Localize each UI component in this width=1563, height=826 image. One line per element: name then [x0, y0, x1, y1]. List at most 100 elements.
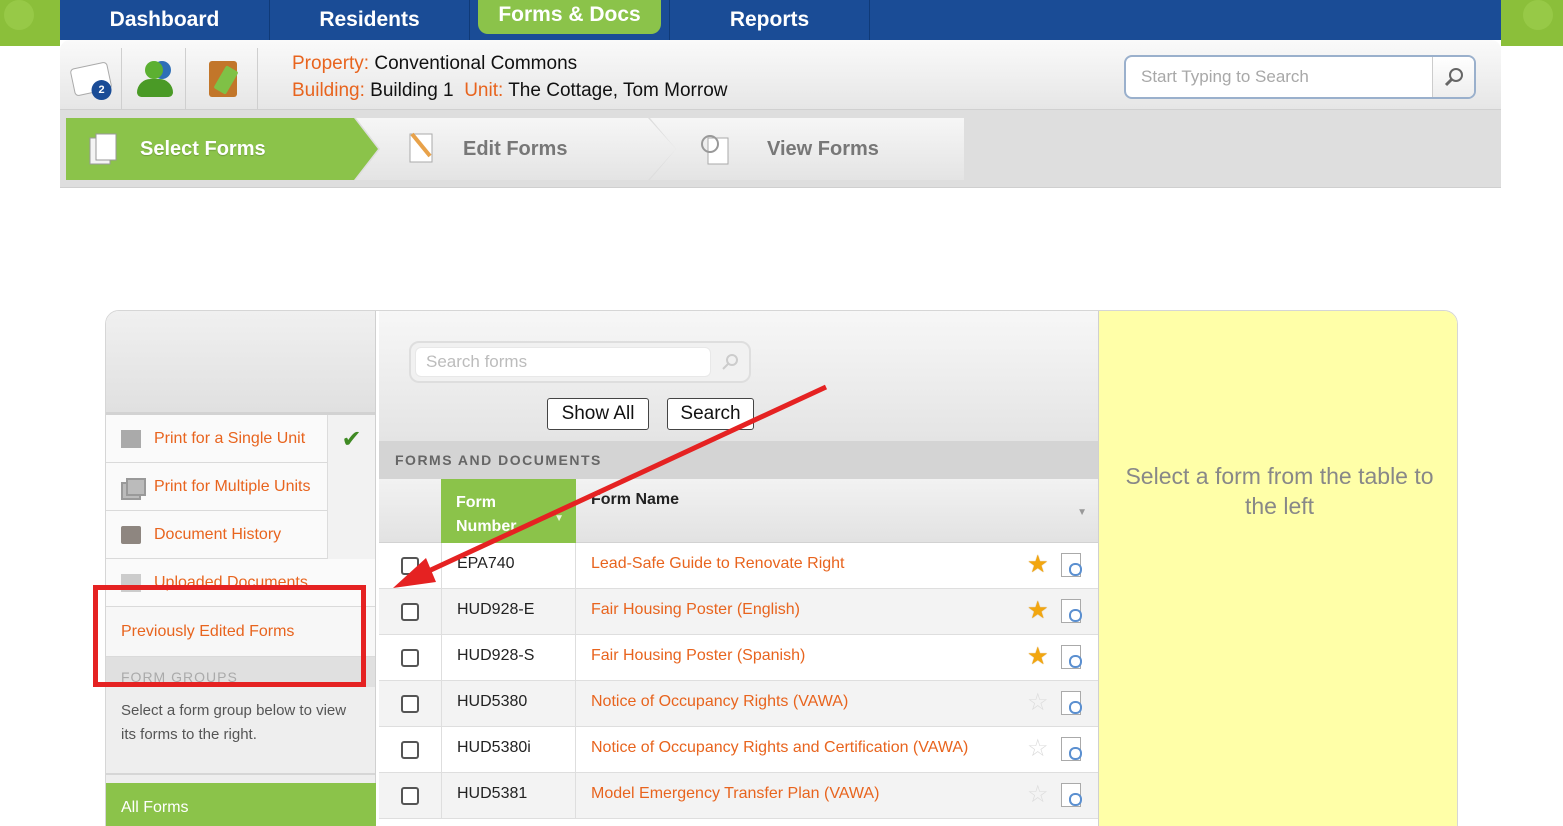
- step-view-forms-label: View Forms: [767, 137, 879, 160]
- form-name-link[interactable]: Notice of Occupancy Rights and Certifica…: [591, 727, 968, 769]
- sidebar-item-label: Uploaded Documents: [154, 573, 308, 591]
- favorite-star-icon[interactable]: ☆: [1027, 737, 1049, 761]
- nav-reports[interactable]: Reports: [670, 0, 870, 40]
- preview-document-icon[interactable]: [1061, 691, 1082, 715]
- nav-dashboard[interactable]: Dashboard: [60, 0, 270, 40]
- pencil-icon: [409, 132, 433, 163]
- global-search-button[interactable]: [1432, 57, 1474, 97]
- search-icon: [1444, 68, 1463, 87]
- preview-document-icon[interactable]: [1061, 783, 1082, 807]
- search-button[interactable]: Search: [667, 398, 754, 430]
- preview-placeholder: Select a form from the table to the left: [1125, 463, 1434, 519]
- column-form-number[interactable]: Form Number ▼: [441, 479, 576, 543]
- folder-icon: [121, 526, 141, 544]
- building-label: Building:: [292, 80, 365, 101]
- sidebar-item-uploaded-documents[interactable]: Uploaded Documents: [106, 559, 375, 607]
- search-icon: [722, 354, 738, 370]
- right-decor: [1501, 0, 1563, 46]
- form-name-link[interactable]: Fair Housing Poster (English): [591, 589, 800, 631]
- form-name-link[interactable]: Fair Housing Poster (Spanish): [591, 635, 805, 677]
- preview-document-icon[interactable]: [1061, 645, 1082, 669]
- form-number: HUD5380i: [441, 727, 576, 773]
- people-icon: [135, 59, 175, 99]
- sidebar-item-label: Print for Multiple Units: [154, 477, 311, 495]
- table-row: EPA740 Lead-Safe Guide to Renovate Right…: [379, 543, 1099, 589]
- check-slot: [327, 511, 375, 559]
- form-group-all-forms[interactable]: All Forms: [106, 783, 376, 826]
- forms-section-header: FORMS AND DOCUMENTS: [379, 441, 1099, 479]
- row-checkbox[interactable]: [401, 695, 419, 713]
- messages-button[interactable]: 2: [60, 48, 122, 110]
- form-number: HUD928-S: [441, 635, 576, 681]
- form-number: HUD5380: [441, 681, 576, 727]
- preview-pane: Select a form from the table to the left: [1098, 311, 1457, 826]
- preview-document-icon[interactable]: [1061, 737, 1082, 761]
- favorite-star-icon[interactable]: ★: [1027, 599, 1049, 623]
- step-select-forms[interactable]: Select Forms: [66, 118, 378, 180]
- envelope-icon: 2: [69, 61, 112, 101]
- forms-panel: Print for a Single Unit ✔ Print for Mult…: [105, 310, 1458, 826]
- checkmark-icon: ✔: [327, 415, 375, 463]
- step-view-forms[interactable]: View Forms: [650, 118, 964, 180]
- property-value: Conventional Commons: [374, 53, 578, 74]
- show-all-button[interactable]: Show All: [547, 398, 649, 430]
- favorite-star-icon[interactable]: ☆: [1027, 691, 1049, 715]
- form-name-link[interactable]: Model Emergency Transfer Plan (VAWA): [591, 773, 879, 815]
- step-edit-forms-label: Edit Forms: [463, 137, 568, 160]
- form-number: EPA740: [441, 543, 576, 589]
- info-bar: 2 Property: Conventional Commons Buildin…: [60, 40, 1501, 110]
- form-number: HUD928-E: [441, 589, 576, 635]
- row-checkbox[interactable]: [401, 649, 419, 667]
- table-body: EPA740 Lead-Safe Guide to Renovate Right…: [379, 543, 1099, 819]
- table-row: HUD5380 Notice of Occupancy Rights (VAWA…: [379, 681, 1099, 727]
- preview-document-icon[interactable]: [1061, 599, 1082, 623]
- row-checkbox[interactable]: [401, 787, 419, 805]
- column-form-name[interactable]: Form Name: [591, 491, 679, 509]
- property-label: Property:: [292, 53, 370, 74]
- left-decor: [0, 0, 60, 46]
- people-button[interactable]: [124, 48, 186, 110]
- building-value: Building 1: [370, 80, 454, 101]
- sort-icon: ▼: [1077, 507, 1087, 518]
- notebook-icon: [208, 61, 237, 97]
- nav-residents[interactable]: Residents: [270, 0, 470, 40]
- form-name-link[interactable]: Notice of Occupancy Rights (VAWA): [591, 681, 848, 723]
- table-row: HUD5381 Model Emergency Transfer Plan (V…: [379, 773, 1099, 819]
- table-row: HUD5380i Notice of Occupancy Rights and …: [379, 727, 1099, 773]
- row-checkbox[interactable]: [401, 603, 419, 621]
- global-search-input[interactable]: [1126, 57, 1426, 97]
- property-info: Property: Conventional Commons Building:…: [292, 50, 728, 104]
- nav-forms-docs[interactable]: Forms & Docs: [470, 0, 670, 40]
- sidebar-item-single-unit[interactable]: Print for a Single Unit ✔: [106, 415, 375, 463]
- stacked-pages-icon: [121, 478, 146, 500]
- preview-document-icon[interactable]: [1061, 553, 1082, 577]
- column-form-number-label: Form Number: [456, 494, 517, 535]
- forms-search-input[interactable]: [415, 347, 711, 377]
- table-header: Form Number ▼ Form Name ▼: [379, 479, 1099, 543]
- previously-edited-forms-link[interactable]: Previously Edited Forms: [106, 607, 375, 657]
- form-groups-header: FORM GROUPS: [106, 657, 375, 687]
- form-number: HUD5381: [441, 773, 576, 819]
- document-icon: [89, 133, 117, 165]
- sidebar-item-label: Print for a Single Unit: [154, 429, 306, 447]
- form-groups-description: Select a form group below to view its fo…: [106, 687, 375, 775]
- sidebar-item-multiple-units[interactable]: Print for Multiple Units: [106, 463, 375, 511]
- row-checkbox[interactable]: [401, 557, 419, 575]
- table-row: HUD928-E Fair Housing Poster (English) ★: [379, 589, 1099, 635]
- step-edit-forms[interactable]: Edit Forms: [356, 118, 676, 180]
- nav-forms-docs-label: Forms & Docs: [478, 0, 661, 34]
- forms-search-box: [409, 341, 751, 383]
- sidebar-item-label: Document History: [154, 525, 282, 543]
- step-bar: Select Forms Edit Forms View Forms: [60, 110, 1501, 188]
- form-name-link[interactable]: Lead-Safe Guide to Renovate Right: [591, 543, 845, 585]
- row-checkbox[interactable]: [401, 741, 419, 759]
- favorite-star-icon[interactable]: ★: [1027, 645, 1049, 669]
- upload-icon: [121, 574, 141, 592]
- unit-label: Unit:: [464, 80, 504, 101]
- notebook-button[interactable]: [188, 48, 258, 110]
- sidebar-item-document-history[interactable]: Document History: [106, 511, 375, 559]
- message-count-badge: 2: [91, 80, 112, 101]
- favorite-star-icon[interactable]: ☆: [1027, 783, 1049, 807]
- favorite-star-icon[interactable]: ★: [1027, 553, 1049, 577]
- forms-table-area: Show All Search FORMS AND DOCUMENTS Form…: [379, 311, 1099, 826]
